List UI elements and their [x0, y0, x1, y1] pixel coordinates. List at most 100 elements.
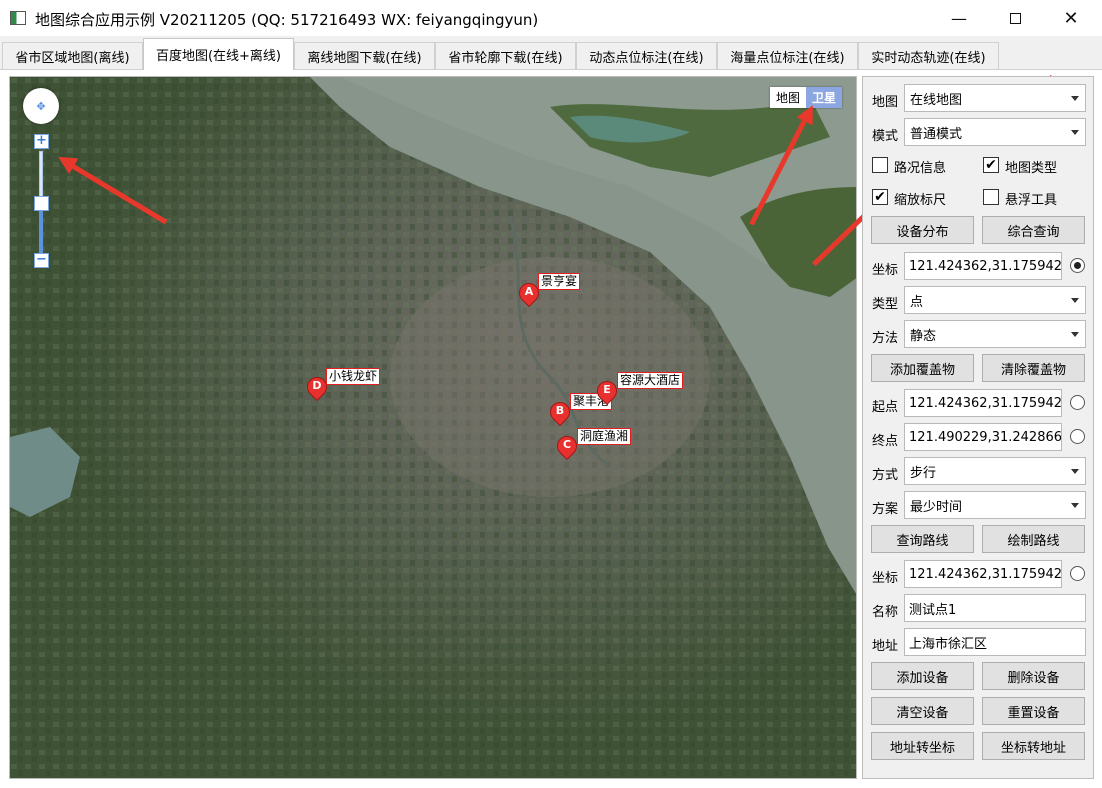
tab-offline-region-map[interactable]: 省市区域地图(离线)	[2, 42, 143, 69]
start-label: 起点	[872, 400, 899, 415]
map-source-label: 地图	[872, 95, 899, 110]
map-source-value: 在线地图	[910, 92, 963, 108]
tab-mass-points[interactable]: 海量点位标注(在线)	[717, 42, 858, 69]
start-radio[interactable]	[1070, 395, 1085, 410]
way-label: 方式	[872, 468, 899, 483]
draw-route-button[interactable]: 绘制路线	[982, 525, 1085, 553]
tab-dynamic-points[interactable]: 动态点位标注(在线)	[576, 42, 717, 69]
way-value: 步行	[910, 465, 937, 481]
end-label: 终点	[872, 434, 899, 449]
method-select[interactable]: 静态	[904, 320, 1086, 348]
chevron-down-icon	[1071, 130, 1079, 135]
address-to-coord-button[interactable]: 地址转坐标	[871, 732, 974, 760]
tab-realtime-track[interactable]: 实时动态轨迹(在线)	[858, 42, 999, 69]
marker-label-a: 景亨宴	[538, 273, 581, 290]
map-view[interactable]: ✥ + − 地图 卫星 A 景亨宴 B 聚丰港 C 洞庭渔湘 D 小钱龙虾 E …	[9, 76, 857, 779]
map-marker-a[interactable]: A	[514, 278, 544, 311]
float-tool-checkbox-label: 悬浮工具	[1005, 193, 1058, 208]
minimize-button[interactable]: —	[936, 0, 982, 36]
type-value: 点	[910, 294, 924, 310]
zoom-in-button[interactable]: +	[34, 134, 49, 149]
maximize-button[interactable]	[992, 0, 1038, 36]
marker-label-c: 洞庭渔湘	[577, 428, 632, 445]
name-label: 名称	[872, 605, 899, 620]
chevron-down-icon	[1071, 96, 1079, 101]
traffic-checkbox-label: 路况信息	[894, 161, 947, 176]
name-input[interactable]: 测试点1	[904, 594, 1086, 622]
marker-letter: B	[555, 404, 565, 417]
maptype-checkbox[interactable]: ✔	[983, 157, 999, 173]
plan-select[interactable]: 最少时间	[904, 491, 1086, 519]
map-marker-d[interactable]: D	[302, 372, 332, 405]
marker-letter: C	[562, 438, 572, 451]
map-marker-c[interactable]: C	[552, 431, 582, 464]
marker-label-d: 小钱龙虾	[326, 368, 381, 385]
coord-label: 坐标	[872, 263, 899, 278]
maximize-icon	[1009, 12, 1021, 24]
plan-label: 方案	[872, 502, 899, 517]
title-bar: 地图综合应用示例 V20211205 (QQ: 517216493 WX: fe…	[0, 0, 1102, 36]
combined-query-button[interactable]: 综合查询	[982, 216, 1085, 244]
clear-devices-button[interactable]: 清空设备	[871, 697, 974, 725]
mode-select[interactable]: 普通模式	[904, 118, 1086, 146]
chevron-down-icon	[1071, 469, 1079, 474]
tab-outline-download[interactable]: 省市轮廓下载(在线)	[435, 42, 576, 69]
tab-baidu-map[interactable]: 百度地图(在线+离线)	[143, 38, 294, 70]
satellite-imagery	[10, 77, 856, 778]
way-select[interactable]: 步行	[904, 457, 1086, 485]
coord2-label: 坐标	[872, 571, 899, 586]
maptype-checkbox-label: 地图类型	[1005, 161, 1058, 176]
pan-arrows-icon: ✥	[36, 99, 46, 113]
method-label: 方法	[872, 331, 899, 346]
window-title: 地图综合应用示例 V20211205 (QQ: 517216493 WX: fe…	[35, 11, 539, 29]
method-value: 静态	[910, 328, 937, 344]
type-select[interactable]: 点	[904, 286, 1086, 314]
add-overlay-button[interactable]: 添加覆盖物	[871, 354, 974, 382]
coord2-input[interactable]: 121.424362,31.175942	[904, 560, 1062, 588]
marker-letter: E	[603, 383, 611, 396]
control-panel: 地图 在线地图 模式 普通模式 路况信息 ✔ 地图类型 ✔ 缩放标尺 悬浮工具 …	[862, 76, 1094, 779]
zoom-handle[interactable]	[34, 196, 49, 211]
coord-input[interactable]: 121.424362,31.175942	[904, 252, 1062, 280]
start-input[interactable]: 121.424362,31.175942	[904, 389, 1062, 417]
clear-overlay-button[interactable]: 清除覆盖物	[982, 354, 1085, 382]
add-device-button[interactable]: 添加设备	[871, 662, 974, 690]
chevron-down-icon	[1071, 503, 1079, 508]
map-type-map-button[interactable]: 地图	[770, 87, 807, 108]
map-source-select[interactable]: 在线地图	[904, 84, 1086, 112]
map-marker-b[interactable]: B	[545, 397, 575, 430]
address-label: 地址	[872, 639, 899, 654]
coord-radio[interactable]	[1070, 258, 1085, 273]
zoom-out-button[interactable]: −	[34, 253, 49, 268]
scale-checkbox-label: 缩放标尺	[894, 193, 947, 208]
coord2-radio[interactable]	[1070, 566, 1085, 581]
query-route-button[interactable]: 查询路线	[871, 525, 974, 553]
tab-offline-map-download[interactable]: 离线地图下载(在线)	[294, 42, 435, 69]
float-tool-checkbox[interactable]	[983, 189, 999, 205]
device-distribution-button[interactable]: 设备分布	[871, 216, 974, 244]
mode-label: 模式	[872, 129, 899, 144]
scale-checkbox[interactable]: ✔	[872, 189, 888, 205]
traffic-checkbox[interactable]	[872, 157, 888, 173]
chevron-down-icon	[1071, 298, 1079, 303]
tab-bar: 省市区域地图(离线) 百度地图(在线+离线) 离线地图下载(在线) 省市轮廓下载…	[0, 38, 1102, 70]
marker-letter: A	[524, 285, 534, 298]
chevron-down-icon	[1071, 332, 1079, 337]
reset-devices-button[interactable]: 重置设备	[982, 697, 1085, 725]
minimize-icon: —	[951, 8, 967, 28]
address-input[interactable]: 上海市徐汇区	[904, 628, 1086, 656]
checkmark-icon: ✔	[874, 189, 886, 205]
delete-device-button[interactable]: 删除设备	[982, 662, 1085, 690]
map-marker-e[interactable]: E	[592, 376, 622, 409]
mode-value: 普通模式	[910, 126, 963, 142]
pan-control[interactable]: ✥	[23, 88, 59, 124]
end-radio[interactable]	[1070, 429, 1085, 444]
close-button[interactable]: ✕	[1048, 0, 1094, 36]
checkmark-icon: ✔	[985, 157, 997, 173]
marker-letter: D	[312, 379, 322, 392]
type-label: 类型	[872, 297, 899, 312]
app-icon	[10, 11, 26, 25]
end-input[interactable]: 121.490229,31.242866	[904, 423, 1062, 451]
coord-to-address-button[interactable]: 坐标转地址	[982, 732, 1085, 760]
marker-label-e: 容源大酒店	[617, 372, 684, 389]
